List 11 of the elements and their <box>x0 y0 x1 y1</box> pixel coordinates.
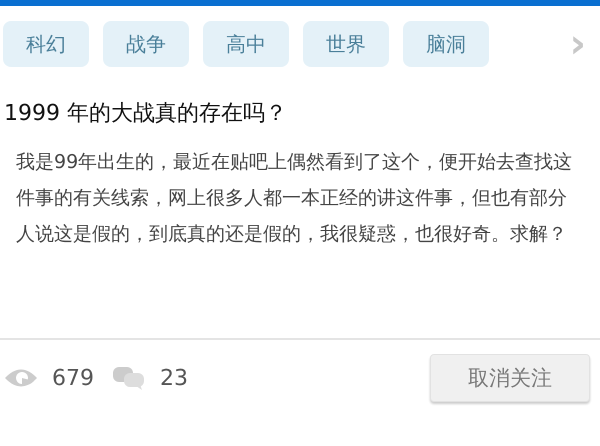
comment-icon <box>112 365 146 391</box>
tag[interactable]: 科幻 <box>3 21 89 67</box>
eye-icon <box>4 367 38 389</box>
tag[interactable]: 高中 <box>203 21 289 67</box>
question-title: 1999 年的大战真的存在吗？ <box>3 100 288 128</box>
tag[interactable]: 战争 <box>103 21 189 67</box>
tag[interactable]: 脑洞 <box>403 21 489 67</box>
view-count: 679 <box>52 366 94 390</box>
tag[interactable]: 世界 <box>303 21 389 67</box>
question-body: 我是99年出生的，最近在贴吧上偶然看到了这个，便开始去查找这件事的有关线索，网上很多人都一本正经的讲这件事，但也有部分人说这是假的，到底真的还是假的，我很疑惑，也很好奇。求解？ <box>15 150 574 247</box>
comment-count: 23 <box>160 366 188 390</box>
